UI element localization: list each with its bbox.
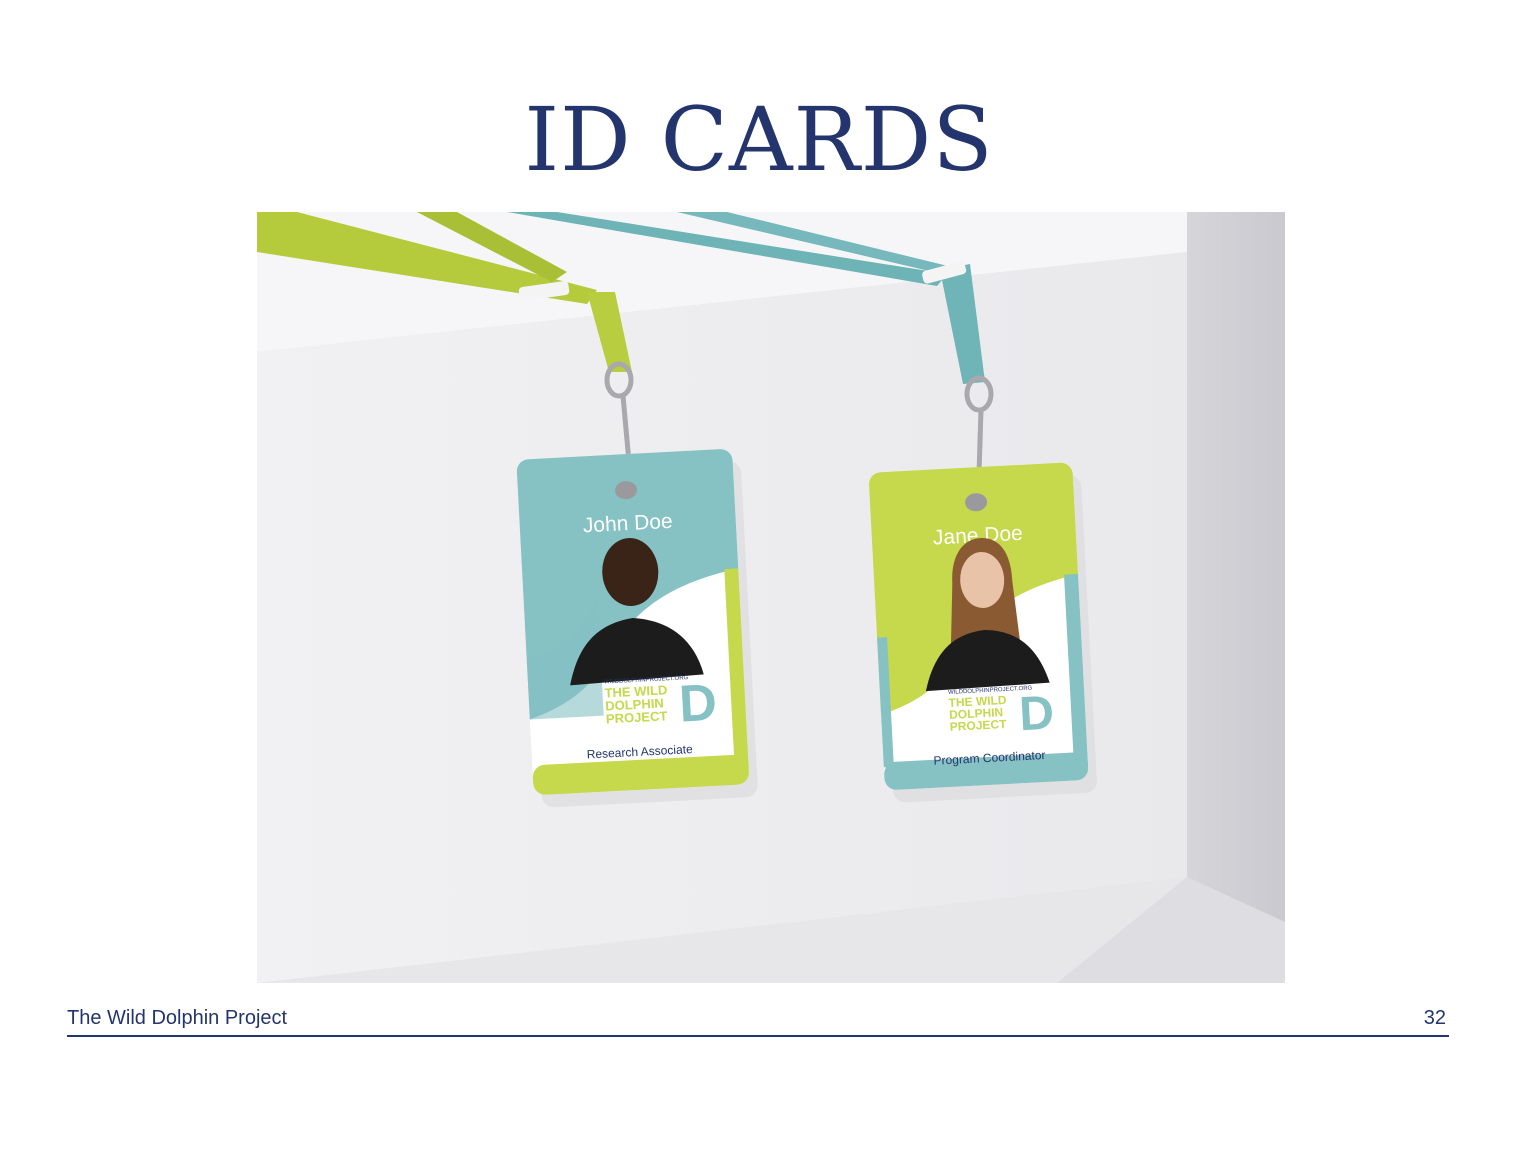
svg-text:PROJECT: PROJECT (949, 717, 1007, 734)
badge-name: John Doe (582, 510, 673, 538)
dolphin-logo-icon: D (678, 674, 719, 734)
page-number: 32 (1423, 1007, 1446, 1029)
id-card-mockup-photo: John Doe WILDDOLPHINPROJECT.ORG THE WILD… (257, 212, 1285, 983)
badge-jane-doe: Jane Doe WILDDOLPHINPROJECT.ORG THE WILD… (869, 462, 1097, 803)
badge-john-doe: John Doe WILDDOLPHINPROJECT.ORG THE WILD… (516, 449, 758, 808)
page-title: ID CARDS (524, 88, 994, 191)
footer-divider (67, 1035, 1449, 1037)
svg-text:PROJECT: PROJECT (606, 708, 668, 726)
dolphin-logo-icon: D (1018, 686, 1055, 741)
side-wall (1187, 212, 1285, 983)
footer-project-name: The Wild Dolphin Project (67, 1007, 288, 1029)
